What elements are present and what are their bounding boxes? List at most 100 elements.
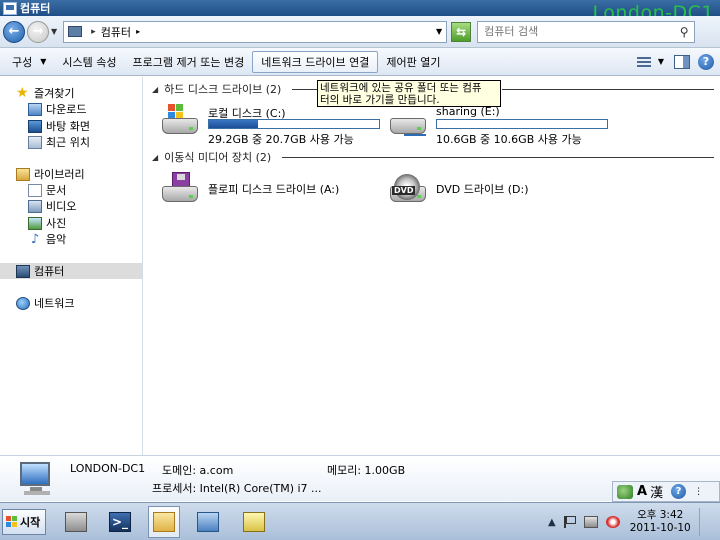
breadcrumb-separator-icon[interactable]: ▸ xyxy=(91,27,96,37)
group-divider xyxy=(292,89,318,90)
search-box[interactable]: ⚲ xyxy=(477,20,696,43)
title-bar[interactable]: 컴퓨터 London-DC1 xyxy=(0,0,720,24)
preview-pane-icon[interactable] xyxy=(674,54,690,69)
sidebar-item-label: 사진 xyxy=(46,217,67,230)
monitor-shape xyxy=(20,462,50,486)
recent-pages-dropdown[interactable]: ▼ xyxy=(51,27,57,36)
dvd-disc-icon: DVD xyxy=(392,174,420,200)
recent-places-icon xyxy=(28,135,42,149)
group-header-label: 하드 디스크 드라이브 (2) xyxy=(164,83,282,96)
breadcrumb-dropdown-icon[interactable]: ▸ xyxy=(136,27,140,36)
tooltip-line: 네트워크에 있는 공유 폴더 또는 컴퓨 xyxy=(320,82,482,94)
refresh-button[interactable]: ⇆ xyxy=(451,21,472,42)
collapse-triangle-icon[interactable]: ◢ xyxy=(152,85,158,94)
start-label: 시작 xyxy=(20,516,41,529)
computer-icon xyxy=(16,462,56,498)
show-hidden-icons-button[interactable]: ▲ xyxy=(548,517,556,528)
input-method-icon[interactable] xyxy=(617,484,633,499)
drive-c[interactable]: 로컬 디스크 (C:) 29.2GB 중 20.7GB 사용 가능 xyxy=(160,104,382,146)
navigation-pane: ★ 즐겨찾기 다운로드 바탕 화면 최근 위치 라이브러리 문서 비디오 사진 … xyxy=(0,77,143,455)
computer-icon xyxy=(68,26,83,37)
memory-info: 메모리: 1.00GB xyxy=(327,464,406,477)
star-icon: ★ xyxy=(16,84,29,101)
system-properties-label: 시스템 속성 xyxy=(62,55,117,69)
sidebar-item-network[interactable]: 네트워크 xyxy=(16,295,74,311)
address-row: ← → ▼ ▸ 컴퓨터 ▸ ▼ ⇆ ⚲ xyxy=(0,16,720,48)
open-control-panel-label: 제어판 열기 xyxy=(386,55,441,69)
taskbar-server-manager[interactable] xyxy=(60,506,92,538)
drive-d[interactable]: DVD DVD 드라이브 (D:) xyxy=(388,172,610,212)
sidebar-item-favorites[interactable]: ★ 즐겨찾기 xyxy=(16,85,74,101)
sidebar-item-documents[interactable]: 문서 xyxy=(28,182,66,198)
downloads-folder-icon xyxy=(28,102,42,116)
group-header-hard-drives[interactable]: ◢ 하드 디스크 드라이브 (2) xyxy=(152,82,281,96)
taskbar-explorer[interactable] xyxy=(148,506,180,538)
system-properties-button[interactable]: 시스템 속성 xyxy=(54,51,124,73)
clock-time: 오후 3:42 xyxy=(637,509,684,521)
taskbar-powershell[interactable]: >_ xyxy=(104,506,136,538)
sidebar-item-label: 라이브러리 xyxy=(34,168,85,181)
clock[interactable]: 오후 3:42 2011-10-10 xyxy=(630,509,691,535)
taskbar-document-app[interactable] xyxy=(238,506,270,538)
sidebar-item-libraries[interactable]: 라이브러리 xyxy=(16,166,85,182)
forward-button[interactable]: → xyxy=(27,20,49,43)
uninstall-program-button[interactable]: 프로그램 제거 또는 변경 xyxy=(125,51,253,73)
back-button[interactable]: ← xyxy=(3,20,25,43)
view-dropdown-icon[interactable]: ▼ xyxy=(658,57,664,66)
help-icon[interactable]: ? xyxy=(698,53,714,70)
sidebar-item-downloads[interactable]: 다운로드 xyxy=(28,101,86,117)
hanja-convert-button[interactable]: 漢 xyxy=(650,482,663,501)
computer-icon xyxy=(16,264,30,278)
sidebar-item-music[interactable]: ♪ 음악 xyxy=(28,231,66,247)
clock-date: 2011-10-10 xyxy=(629,522,691,534)
address-bar[interactable]: ▸ 컴퓨터 ▸ ▼ xyxy=(63,20,448,43)
drive-usage-bar xyxy=(208,119,380,129)
command-bar: 구성 ▼ 시스템 속성 프로그램 제거 또는 변경 네트워크 드라이브 연결 제… xyxy=(0,48,720,76)
arrow-right-icon: → xyxy=(32,24,44,39)
address-dropdown-icon[interactable]: ▼ xyxy=(436,27,442,36)
video-icon xyxy=(28,199,42,213)
help-icon[interactable]: ? xyxy=(671,484,687,499)
network-status-icon[interactable] xyxy=(583,516,598,528)
content-pane: ◢ 하드 디스크 드라이브 (2) 로컬 디스크 (C:) 29.2GB 중 2… xyxy=(144,77,720,455)
sidebar-item-desktop[interactable]: 바탕 화면 xyxy=(28,118,90,134)
breadcrumb-computer[interactable]: 컴퓨터 xyxy=(101,24,131,40)
drive-a[interactable]: 플로피 디스크 드라이브 (A:) xyxy=(160,172,382,212)
search-input[interactable] xyxy=(484,25,675,38)
sidebar-item-label: 최근 위치 xyxy=(46,136,90,149)
group-header-removable[interactable]: ◢ 이동식 미디어 장치 (2) xyxy=(152,150,271,164)
sidebar-item-videos[interactable]: 비디오 xyxy=(28,198,76,214)
tooltip: 네트워크에 있는 공유 폴더 또는 컴퓨 터의 바로 가기를 만듭니다. xyxy=(317,80,501,107)
computer-name: LONDON-DC1 xyxy=(70,462,146,475)
server-manager-icon xyxy=(65,512,87,532)
volume-muted-icon[interactable] xyxy=(605,516,620,528)
sidebar-item-label: 컴퓨터 xyxy=(34,265,65,278)
folder-icon xyxy=(153,512,175,532)
drive-e[interactable]: sharing (E:) 10.6GB 중 10.6GB 사용 가능 xyxy=(388,104,610,146)
options-more-icon[interactable]: ⋮ xyxy=(694,487,703,497)
collapse-triangle-icon[interactable]: ◢ xyxy=(152,153,158,162)
open-control-panel-button[interactable]: 제어판 열기 xyxy=(378,51,448,73)
library-icon xyxy=(16,167,30,181)
computer-icon xyxy=(3,1,17,15)
document-icon xyxy=(28,183,42,197)
group-divider xyxy=(502,89,714,90)
organize-button[interactable]: 구성 ▼ xyxy=(0,51,54,73)
view-options-icon[interactable] xyxy=(636,55,652,69)
map-network-drive-label: 네트워크 드라이브 연결 xyxy=(261,55,370,69)
sidebar-item-recent-places[interactable]: 최근 위치 xyxy=(28,134,90,150)
taskbar-network-app[interactable] xyxy=(192,506,224,538)
input-mode-english[interactable]: A xyxy=(637,484,647,499)
start-button[interactable]: 시작 xyxy=(2,509,46,535)
search-icon[interactable]: ⚲ xyxy=(674,25,694,39)
document-app-icon xyxy=(243,512,265,532)
sidebar-item-pictures[interactable]: 사진 xyxy=(28,215,66,231)
refresh-icon: ⇆ xyxy=(456,24,467,39)
sidebar-item-computer[interactable]: 컴퓨터 xyxy=(0,263,142,279)
group-divider xyxy=(282,157,714,158)
map-network-drive-button[interactable]: 네트워크 드라이브 연결 xyxy=(252,50,379,73)
action-center-flag-icon[interactable] xyxy=(563,516,576,528)
show-desktop-button[interactable] xyxy=(698,508,705,536)
sidebar-item-label: 문서 xyxy=(46,184,67,197)
network-icon xyxy=(16,296,30,310)
